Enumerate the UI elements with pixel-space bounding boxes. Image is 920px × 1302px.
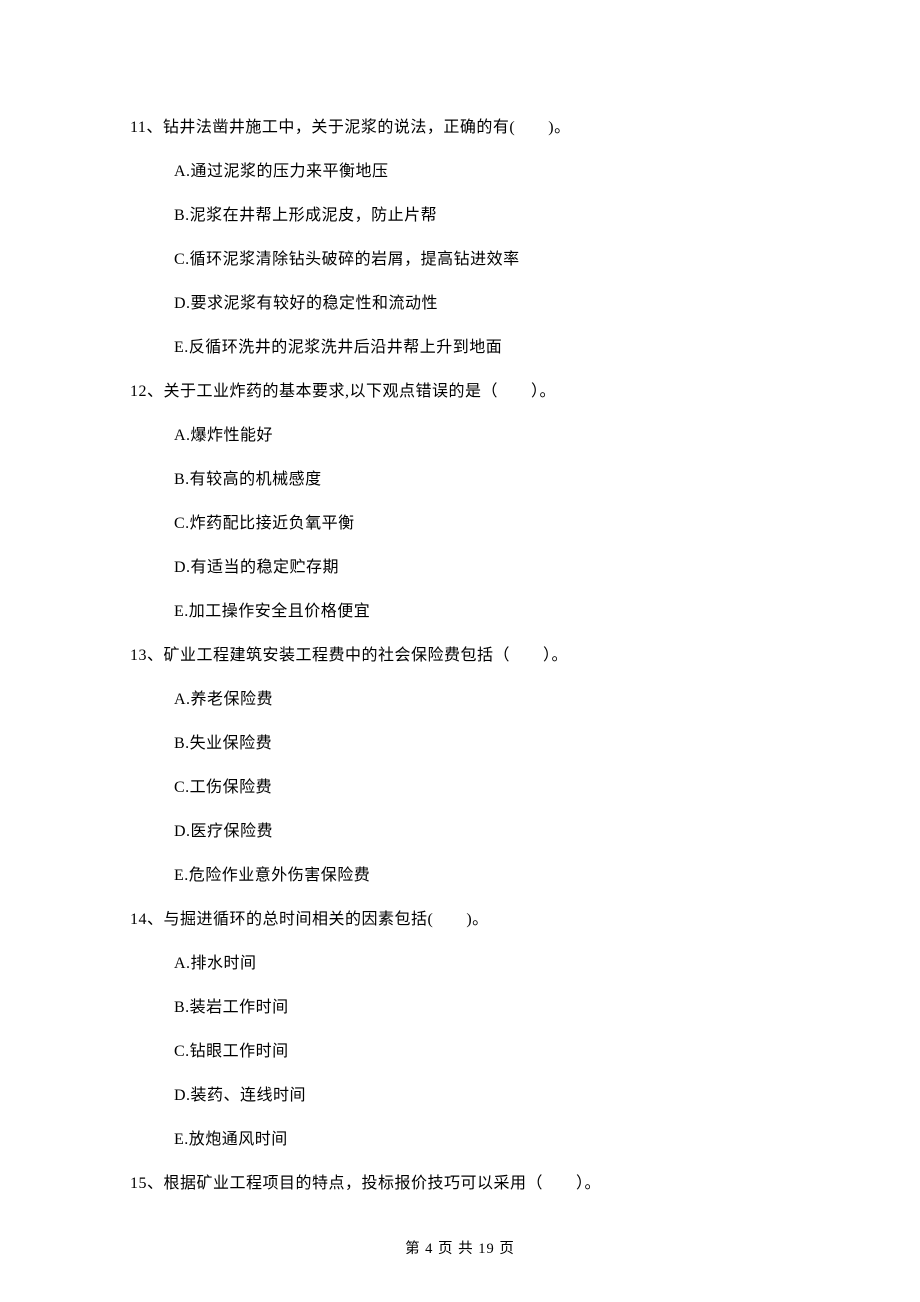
page-footer: 第 4 页 共 19 页 (0, 1237, 920, 1258)
option-c: C.循环泥浆清除钻头破碎的岩屑，提高钻进效率 (174, 247, 790, 273)
option-c: C.炸药配比接近负氧平衡 (174, 511, 790, 537)
option-d: D.医疗保险费 (174, 819, 790, 845)
question-stem: 12、关于工业炸药的基本要求,以下观点错误的是（ ）。 (130, 379, 790, 405)
question-number: 12、 (130, 383, 164, 400)
option-d: D.装药、连线时间 (174, 1083, 790, 1109)
question-14: 14、与掘进循环的总时间相关的因素包括( )。 A.排水时间 B.装岩工作时间 … (130, 907, 790, 1153)
question-number: 15、 (130, 1175, 164, 1192)
question-11: 11、钻井法凿井施工中，关于泥浆的说法，正确的有( )。 A.通过泥浆的压力来平… (130, 115, 790, 361)
question-text: 根据矿业工程项目的特点，投标报价技巧可以采用（ ）。 (164, 1175, 602, 1192)
question-text: 矿业工程建筑安装工程费中的社会保险费包括（ ）。 (164, 647, 569, 664)
question-stem: 13、矿业工程建筑安装工程费中的社会保险费包括（ ）。 (130, 643, 790, 669)
question-text: 钻井法凿井施工中，关于泥浆的说法，正确的有( )。 (163, 119, 571, 136)
question-text: 关于工业炸药的基本要求,以下观点错误的是（ ）。 (164, 383, 557, 400)
option-a: A.通过泥浆的压力来平衡地压 (174, 159, 790, 185)
question-text: 与掘进循环的总时间相关的因素包括( )。 (164, 911, 489, 928)
question-stem: 11、钻井法凿井施工中，关于泥浆的说法，正确的有( )。 (130, 115, 790, 141)
option-e: E.放炮通风时间 (174, 1127, 790, 1153)
option-c: C.工伤保险费 (174, 775, 790, 801)
question-15: 15、根据矿业工程项目的特点，投标报价技巧可以采用（ ）。 (130, 1171, 790, 1197)
question-13: 13、矿业工程建筑安装工程费中的社会保险费包括（ ）。 A.养老保险费 B.失业… (130, 643, 790, 889)
option-e: E.反循环洗井的泥浆洗井后沿井帮上升到地面 (174, 335, 790, 361)
options-list: A.爆炸性能好 B.有较高的机械感度 C.炸药配比接近负氧平衡 D.有适当的稳定… (130, 423, 790, 625)
question-number: 13、 (130, 647, 164, 664)
options-list: A.养老保险费 B.失业保险费 C.工伤保险费 D.医疗保险费 E.危险作业意外… (130, 687, 790, 889)
option-b: B.有较高的机械感度 (174, 467, 790, 493)
option-a: A.养老保险费 (174, 687, 790, 713)
option-c: C.钻眼工作时间 (174, 1039, 790, 1065)
document-page: 11、钻井法凿井施工中，关于泥浆的说法，正确的有( )。 A.通过泥浆的压力来平… (0, 0, 920, 1302)
question-stem: 14、与掘进循环的总时间相关的因素包括( )。 (130, 907, 790, 933)
option-b: B.装岩工作时间 (174, 995, 790, 1021)
option-b: B.失业保险费 (174, 731, 790, 757)
option-a: A.排水时间 (174, 951, 790, 977)
option-a: A.爆炸性能好 (174, 423, 790, 449)
option-d: D.有适当的稳定贮存期 (174, 555, 790, 581)
question-12: 12、关于工业炸药的基本要求,以下观点错误的是（ ）。 A.爆炸性能好 B.有较… (130, 379, 790, 625)
options-list: A.通过泥浆的压力来平衡地压 B.泥浆在井帮上形成泥皮，防止片帮 C.循环泥浆清… (130, 159, 790, 361)
option-e: E.加工操作安全且价格便宜 (174, 599, 790, 625)
question-stem: 15、根据矿业工程项目的特点，投标报价技巧可以采用（ ）。 (130, 1171, 790, 1197)
option-e: E.危险作业意外伤害保险费 (174, 863, 790, 889)
options-list: A.排水时间 B.装岩工作时间 C.钻眼工作时间 D.装药、连线时间 E.放炮通… (130, 951, 790, 1153)
option-b: B.泥浆在井帮上形成泥皮，防止片帮 (174, 203, 790, 229)
question-number: 11、 (130, 119, 163, 136)
option-d: D.要求泥浆有较好的稳定性和流动性 (174, 291, 790, 317)
question-number: 14、 (130, 911, 164, 928)
